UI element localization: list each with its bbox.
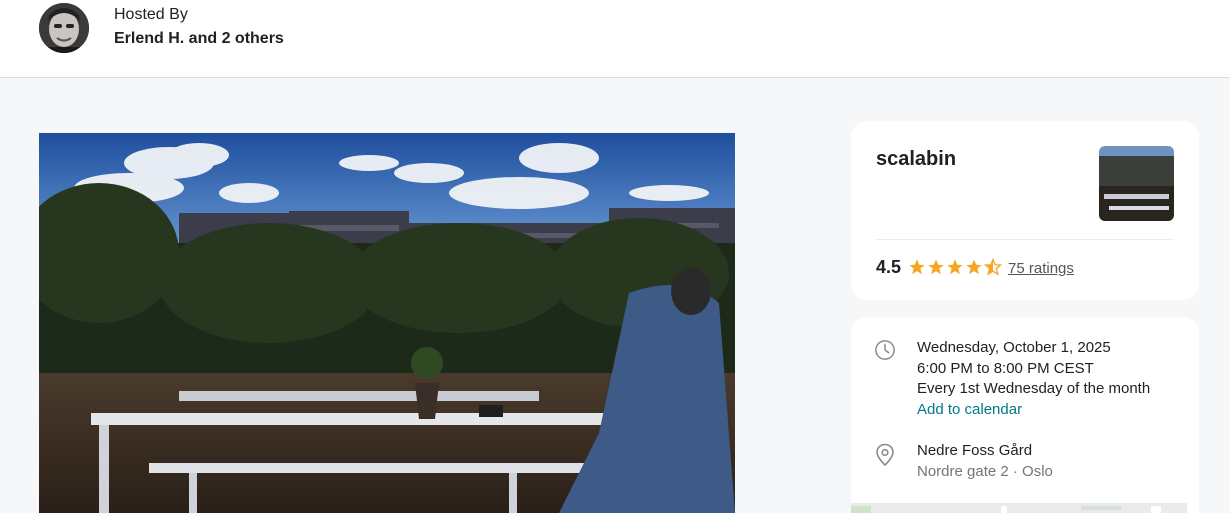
event-time: 6:00 PM to 8:00 PM CEST [917, 360, 1094, 377]
clock-icon [875, 340, 895, 360]
star-icon [966, 259, 982, 275]
map-pin-icon [876, 443, 894, 467]
ratings-count-link[interactable]: 75 ratings [1008, 260, 1074, 277]
event-recurrence: Every 1st Wednesday of the month [917, 380, 1151, 397]
venue-address: Nordre gate 2 · Oslo [917, 463, 1053, 480]
star-icon [947, 259, 963, 275]
host-avatar[interactable] [39, 3, 89, 53]
divider [876, 239, 1174, 240]
hosted-by-label: Hosted By [114, 6, 188, 23]
star-icon [909, 259, 925, 275]
group-thumbnail[interactable] [1099, 146, 1174, 221]
host-names[interactable]: Erlend H. and 2 others [114, 30, 284, 48]
group-name[interactable]: scalabin [876, 148, 956, 171]
venue-map[interactable] [851, 503, 1187, 513]
half-star-icon [984, 258, 1002, 276]
star-icon [928, 259, 944, 275]
event-photo [39, 133, 735, 513]
venue-name[interactable]: Nedre Foss Gård [917, 442, 1032, 459]
rating-value: 4.5 [876, 257, 902, 277]
rating-stars [908, 258, 1002, 276]
event-date: Wednesday, October 1, 2025 [917, 339, 1111, 356]
add-to-calendar-link[interactable]: Add to calendar [917, 401, 1022, 418]
host-header: Hosted By Erlend H. and 2 others [0, 0, 1230, 78]
group-card[interactable]: scalabin 4.5 75 ratings [851, 121, 1199, 300]
event-details-card: Wednesday, October 1, 2025 6:00 PM to 8:… [851, 317, 1199, 513]
